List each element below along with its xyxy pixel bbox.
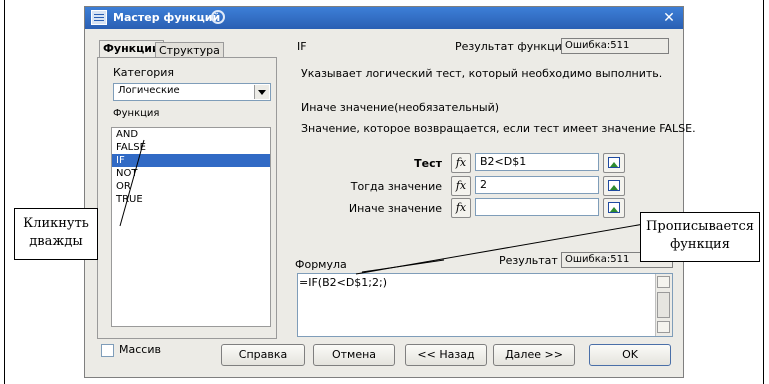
callout-formula-line1: Прописывается bbox=[646, 219, 754, 234]
callout-double-click-line1: Кликнуть bbox=[23, 216, 89, 231]
callout-double-click: Кликнуть дважды bbox=[14, 208, 98, 260]
annotation-lines bbox=[119, 139, 645, 275]
callout-formula-line2: функция bbox=[670, 237, 730, 252]
callout-formula: Прописывается функция bbox=[640, 212, 760, 262]
callout-double-click-line2: дважды bbox=[29, 234, 83, 249]
